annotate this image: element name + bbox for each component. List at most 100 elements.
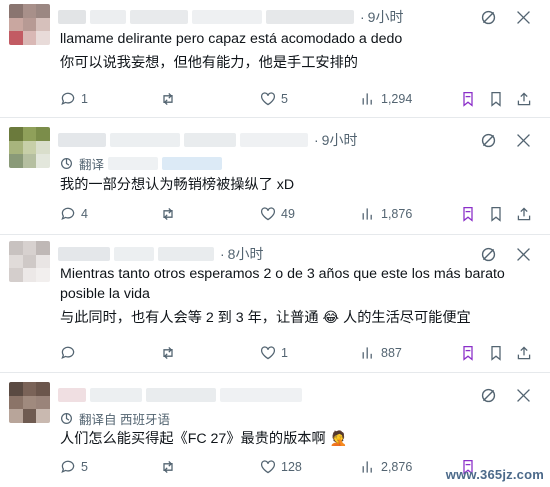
translate-icon [61, 157, 72, 169]
post-time[interactable]: 9小时 [368, 7, 404, 27]
repost-button[interactable] [160, 206, 181, 222]
like-button[interactable]: 1 [260, 345, 288, 361]
heart-icon [260, 92, 276, 106]
more-icon[interactable] [515, 387, 532, 404]
separator-dot: · [314, 132, 319, 148]
views-count: 887 [381, 346, 402, 360]
like-count: 5 [281, 92, 288, 106]
views-icon [362, 347, 372, 359]
share-button[interactable] [516, 345, 537, 361]
reply-button[interactable] [60, 345, 81, 361]
like-button[interactable]: 49 [260, 206, 295, 222]
post-time[interactable]: 9小时 [322, 130, 358, 150]
grok-icon[interactable] [480, 246, 497, 263]
avatar[interactable] [9, 241, 50, 282]
share-button[interactable] [516, 91, 537, 107]
reply-icon [61, 207, 75, 220]
post-top-icons [480, 387, 532, 404]
blurred-handle [146, 388, 216, 402]
watermark: www.365jz.com [445, 467, 544, 482]
post-translated-text: 与此同时，也有人会等 2 到 3 年，让普通 😂 人的生活尽可能便宜 [60, 310, 471, 326]
post-translated-text: 人们怎么能买得起《FC 27》最贵的版本啊 🤦 [60, 431, 348, 447]
save-button[interactable] [488, 345, 509, 361]
share-icon [517, 92, 531, 106]
save-icon [491, 91, 501, 107]
views-button[interactable]: 2,876 [360, 459, 412, 475]
blurred-name [114, 247, 154, 261]
views-button[interactable]: 1,876 [360, 206, 412, 222]
repost-button[interactable] [160, 345, 181, 361]
post-2[interactable]: · 9小时 翻译 我的一部分想认为畅销榜被操纵了 xD 4 49 1,876 [0, 118, 550, 235]
heart-icon [260, 346, 276, 360]
repost-button[interactable] [160, 459, 181, 475]
post-time[interactable]: 8小时 [228, 244, 264, 264]
bookmark-icon [463, 206, 473, 222]
bookmark-icon [463, 345, 473, 361]
views-icon [362, 208, 372, 220]
translation-indicator[interactable]: 翻译自 西班牙语 [60, 410, 170, 427]
views-count: 1,876 [381, 207, 413, 221]
like-button[interactable]: 5 [260, 91, 288, 107]
repost-icon [163, 207, 173, 221]
blurred-name [90, 10, 126, 24]
like-button[interactable]: 128 [260, 459, 302, 475]
post-3[interactable]: · 8小时 Mientras tanto otros esperamos 2 o… [0, 235, 550, 373]
grok-icon[interactable] [480, 9, 497, 26]
post-1[interactable]: · 9小时 llamame delirante pero capaz está … [0, 0, 550, 118]
blurred-handle [220, 388, 302, 402]
post-top-icons [480, 132, 532, 149]
blurred-handle [266, 10, 354, 24]
bookmark-button[interactable] [460, 91, 481, 107]
translate-icon [61, 412, 72, 424]
translation-label: 翻译自 西班牙语 [79, 412, 170, 427]
reply-button[interactable]: 1 [60, 91, 88, 107]
blurred-handle [240, 133, 308, 147]
reply-button[interactable]: 4 [60, 206, 88, 222]
separator-dot: · [220, 246, 225, 262]
blurred-name [58, 247, 110, 261]
author-row: · 9小时 [58, 8, 403, 26]
avatar[interactable] [9, 382, 50, 423]
post-translated-text: 你可以说我妄想，但他有能力，他是手工安排的 [60, 55, 358, 71]
post-original-text: llamame delirante pero capaz está acomod… [60, 31, 403, 47]
save-button[interactable] [488, 91, 509, 107]
blurred-handle [158, 247, 214, 261]
save-button[interactable] [488, 206, 509, 222]
views-count: 2,876 [381, 460, 413, 474]
reply-button[interactable]: 5 [60, 459, 88, 475]
blurred-name [90, 388, 142, 402]
grok-icon[interactable] [480, 132, 497, 149]
views-icon [362, 461, 372, 473]
bookmark-button[interactable] [460, 345, 481, 361]
like-count: 128 [281, 460, 302, 474]
action-bar: 1 887 [60, 345, 538, 365]
reply-count: 1 [81, 92, 88, 106]
separator-dot: · [360, 9, 365, 25]
avatar[interactable] [9, 127, 50, 168]
share-icon [517, 346, 531, 360]
blurred-handle [130, 10, 188, 24]
reply-count: 4 [81, 207, 88, 221]
more-icon[interactable] [515, 9, 532, 26]
more-icon[interactable] [515, 246, 532, 263]
post-original-text: Mientras tanto otros esperamos 2 o de 3 … [60, 266, 505, 302]
translation-label: 翻译 [79, 157, 105, 172]
blurred-handle [184, 133, 236, 147]
share-button[interactable] [516, 206, 537, 222]
translation-indicator[interactable]: 翻译 [60, 155, 226, 172]
blurred-lang [162, 156, 223, 170]
avatar[interactable] [9, 4, 50, 45]
blurred-handle [192, 10, 262, 24]
heart-icon [260, 460, 276, 474]
more-icon[interactable] [515, 132, 532, 149]
author-row: · 9小时 [58, 131, 357, 149]
bookmark-button[interactable] [460, 206, 481, 222]
like-count: 1 [281, 346, 288, 360]
heart-icon [260, 207, 276, 221]
post-top-icons [480, 246, 532, 263]
views-button[interactable]: 1,294 [360, 91, 412, 107]
grok-icon[interactable] [480, 387, 497, 404]
repost-button[interactable] [160, 91, 181, 107]
author-row [58, 386, 306, 404]
views-button[interactable]: 887 [360, 345, 402, 361]
